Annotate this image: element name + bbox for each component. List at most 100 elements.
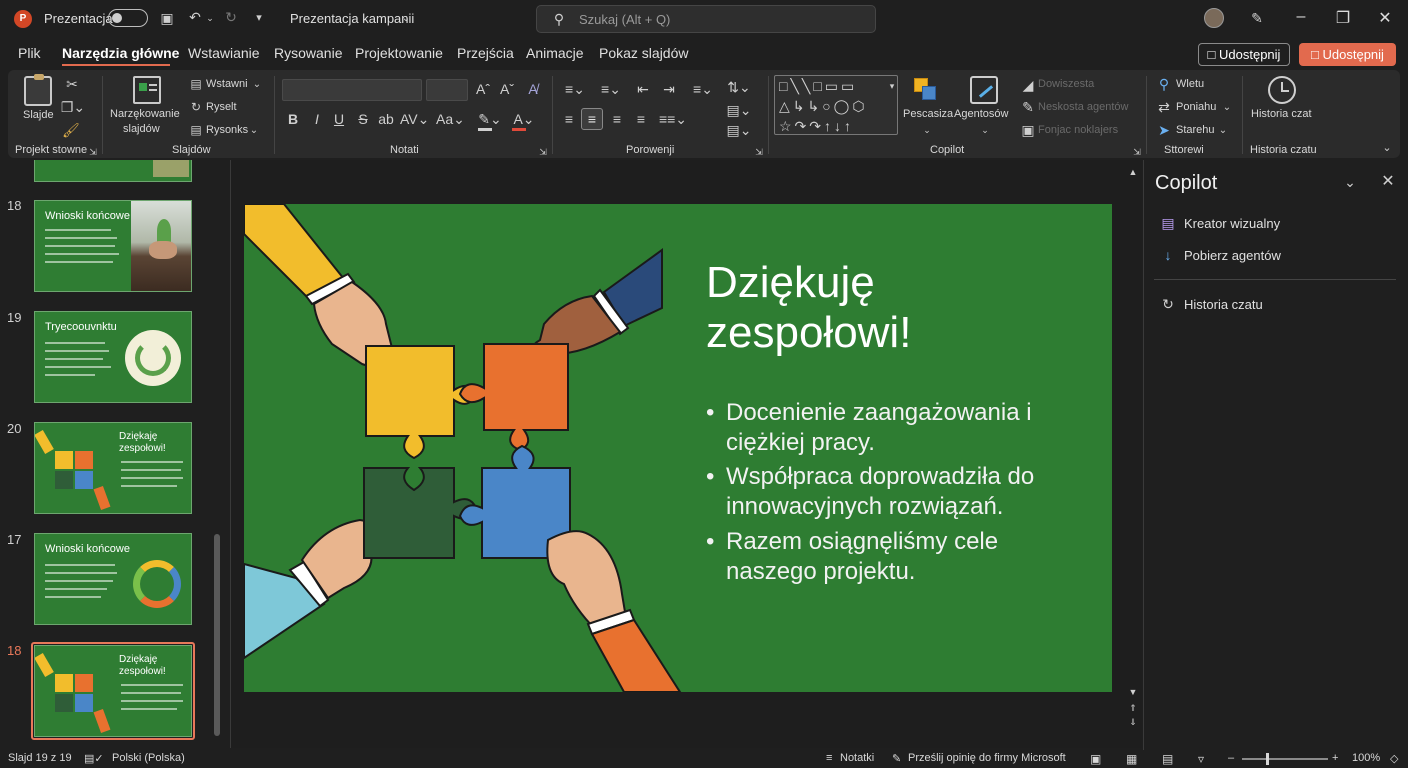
select-button[interactable]: Starehu bbox=[1176, 124, 1215, 136]
highlight-icon[interactable]: ✎⌄ bbox=[476, 111, 504, 127]
scroll-down-icon[interactable]: ▼ bbox=[1126, 684, 1140, 700]
slide-thumbnail[interactable]: Dziękaję zespołowi! bbox=[34, 422, 192, 514]
outline-icon[interactable]: ✎ bbox=[1020, 99, 1036, 115]
section-icon[interactable]: ▤ bbox=[188, 122, 204, 138]
select-chevron-icon[interactable]: ⌄ bbox=[1218, 123, 1228, 139]
zoom-slider-thumb[interactable] bbox=[1266, 753, 1269, 765]
zoom-in-icon[interactable]: + bbox=[1332, 752, 1338, 764]
underline-icon[interactable]: U bbox=[332, 111, 346, 127]
document-title[interactable]: Prezentacja kampanii bbox=[290, 11, 414, 26]
accessibility-icon[interactable]: ▤✓ bbox=[84, 752, 104, 765]
save-icon[interactable]: ▣ bbox=[158, 10, 176, 26]
select-icon[interactable]: ➤ bbox=[1156, 122, 1172, 138]
quick-styles-label[interactable]: Agentosów bbox=[954, 108, 1008, 120]
tab-insert[interactable]: Wstawianie bbox=[188, 45, 260, 61]
shape-fill-dropdown[interactable]: Dowiszesta bbox=[1038, 78, 1094, 90]
copilot-close-icon[interactable]: ✕ bbox=[1380, 174, 1396, 190]
find-button[interactable]: Wletu bbox=[1176, 78, 1204, 90]
decrease-indent-icon[interactable]: ⇤ bbox=[634, 81, 652, 97]
tab-draw[interactable]: Rysowanie bbox=[274, 45, 342, 61]
replace-chevron-icon[interactable]: ⌄ bbox=[1222, 100, 1232, 116]
case-icon[interactable]: Aa⌄ bbox=[436, 111, 465, 127]
undo-icon[interactable]: ↶ bbox=[186, 9, 204, 25]
bullet-item[interactable]: • Docenienie zaangażowania i ciężkiej pr… bbox=[706, 398, 1032, 458]
find-icon[interactable]: ⚲ bbox=[1156, 76, 1172, 92]
tab-file[interactable]: Plik bbox=[18, 45, 41, 61]
bullet-item[interactable]: • Razem osiągnęliśmy cele naszego projek… bbox=[706, 527, 998, 587]
columns-icon[interactable]: ≡≡⌄ bbox=[656, 111, 690, 127]
arrange-icon[interactable] bbox=[912, 76, 940, 104]
tab-animations[interactable]: Animacje bbox=[526, 45, 584, 61]
minimize-icon[interactable]: – bbox=[1286, 8, 1316, 26]
dialog-launcher-3-icon[interactable]: ⇲ bbox=[538, 144, 548, 160]
zoom-level[interactable]: 100% bbox=[1352, 752, 1380, 764]
effects-icon[interactable]: ▣ bbox=[1020, 122, 1036, 138]
shape-effects-dropdown[interactable]: Fonjac noklajers bbox=[1038, 124, 1118, 136]
zoom-out-icon[interactable]: – bbox=[1228, 752, 1234, 764]
increase-indent-icon[interactable]: ⇥ bbox=[660, 81, 678, 97]
arrange-button-label[interactable]: Pescasiza bbox=[903, 108, 953, 120]
user-avatar[interactable] bbox=[1204, 8, 1224, 28]
tab-slideshow[interactable]: Pokaz slajdów bbox=[599, 45, 689, 61]
normal-view-icon[interactable]: ▣ bbox=[1090, 752, 1101, 766]
quick-styles-chevron-icon[interactable]: ⌄ bbox=[980, 122, 990, 138]
new-slide-label-1[interactable]: Narzękowanie bbox=[110, 108, 180, 120]
fill-icon[interactable]: ◢ bbox=[1020, 77, 1036, 93]
undo-dropdown-icon[interactable]: ⌄ bbox=[205, 10, 215, 26]
new-slide-icon[interactable] bbox=[133, 76, 161, 104]
shape-outline-dropdown[interactable]: Neskosta agentów bbox=[1038, 101, 1129, 113]
dialog-launcher-5-icon[interactable]: ⇲ bbox=[1132, 144, 1142, 160]
slideshow-view-icon[interactable]: ▿ bbox=[1198, 752, 1204, 766]
shadow-icon[interactable]: ab bbox=[378, 111, 394, 127]
visual-creator-icon[interactable]: ▤ bbox=[1160, 215, 1176, 231]
next-slide-icon[interactable]: ⇓ bbox=[1126, 714, 1140, 730]
thumbnail-scrollbar[interactable] bbox=[214, 534, 220, 736]
font-size-select[interactable] bbox=[426, 79, 468, 101]
copy-icon[interactable]: ❐⌄ bbox=[60, 99, 86, 115]
chat-history-icon[interactable] bbox=[1268, 76, 1296, 104]
grow-font-icon[interactable]: Aˆ bbox=[474, 81, 492, 97]
bullets-icon[interactable]: ≡⌄ bbox=[560, 81, 590, 97]
align-right-icon[interactable]: ≡ bbox=[608, 111, 626, 127]
copilot-options-chevron-icon[interactable]: ⌄ bbox=[1342, 174, 1358, 190]
feedback-icon[interactable]: ✎ bbox=[892, 752, 901, 765]
slide-thumbnail[interactable]: Wnioski końcowe bbox=[34, 200, 192, 292]
italic-icon[interactable]: I bbox=[310, 111, 324, 127]
insert-chevron-icon[interactable]: ⌄ bbox=[252, 77, 262, 93]
slide-thumbnail-selected[interactable]: Dziękaję zespołowi! bbox=[34, 645, 192, 737]
restore-icon[interactable]: ❐ bbox=[1328, 8, 1358, 28]
autosave-toggle[interactable] bbox=[108, 9, 148, 27]
redo-icon[interactable]: ↻ bbox=[222, 9, 240, 25]
pen-icon[interactable]: ✎ bbox=[1248, 10, 1266, 26]
align-left-icon[interactable]: ≡ bbox=[560, 111, 578, 127]
align-text-icon[interactable]: ▤⌄ bbox=[726, 102, 752, 118]
shapes-gallery[interactable]: □╲╲□▭▭ △↳↳○◯⬡ ☆↷↷↑↓↑ bbox=[774, 75, 898, 135]
tab-home[interactable]: Narzędzia główne bbox=[62, 45, 179, 61]
shrink-font-icon[interactable]: Aˇ bbox=[498, 81, 516, 97]
reset-icon[interactable]: ↻ bbox=[188, 99, 204, 115]
language-indicator[interactable]: Polski (Polska) bbox=[112, 752, 185, 764]
smartart-icon[interactable]: ▤⌄ bbox=[726, 122, 752, 138]
close-window-icon[interactable]: ✕ bbox=[1370, 8, 1400, 28]
spacing-icon[interactable]: AV⌄ bbox=[400, 111, 429, 127]
customize-toolbar-icon[interactable]: ▾ bbox=[252, 10, 266, 26]
share-outline-button[interactable]: □ Udostępnij bbox=[1198, 43, 1290, 66]
arrange-chevron-icon[interactable]: ⌄ bbox=[922, 122, 932, 138]
search-box[interactable]: ⚲ Szukaj (Alt + Q) bbox=[536, 5, 876, 33]
slide-sorter-icon[interactable]: ▦ bbox=[1126, 752, 1137, 766]
font-name-select[interactable] bbox=[282, 79, 422, 101]
download-agents-icon[interactable]: ↓ bbox=[1160, 247, 1176, 263]
replace-icon[interactable]: ⇄ bbox=[1156, 99, 1172, 115]
bold-icon[interactable]: B bbox=[286, 111, 300, 127]
notes-button[interactable]: Notatki bbox=[840, 752, 874, 764]
share-button[interactable]: □ Udostępnij bbox=[1299, 43, 1396, 66]
history-icon[interactable]: ↻ bbox=[1160, 296, 1176, 312]
justify-icon[interactable]: ≡ bbox=[632, 111, 650, 127]
dialog-launcher-4-icon[interactable]: ⇲ bbox=[754, 144, 764, 160]
shapes-more-icon[interactable]: ▾ bbox=[886, 78, 898, 94]
font-color-icon[interactable]: A⌄ bbox=[510, 111, 538, 127]
slide-thumbnail[interactable]: Wnioski końcowe bbox=[34, 533, 192, 625]
quick-styles-icon[interactable] bbox=[970, 76, 998, 104]
zoom-slider[interactable] bbox=[1242, 753, 1328, 765]
new-slide-label-2[interactable]: slajdów bbox=[123, 123, 160, 135]
